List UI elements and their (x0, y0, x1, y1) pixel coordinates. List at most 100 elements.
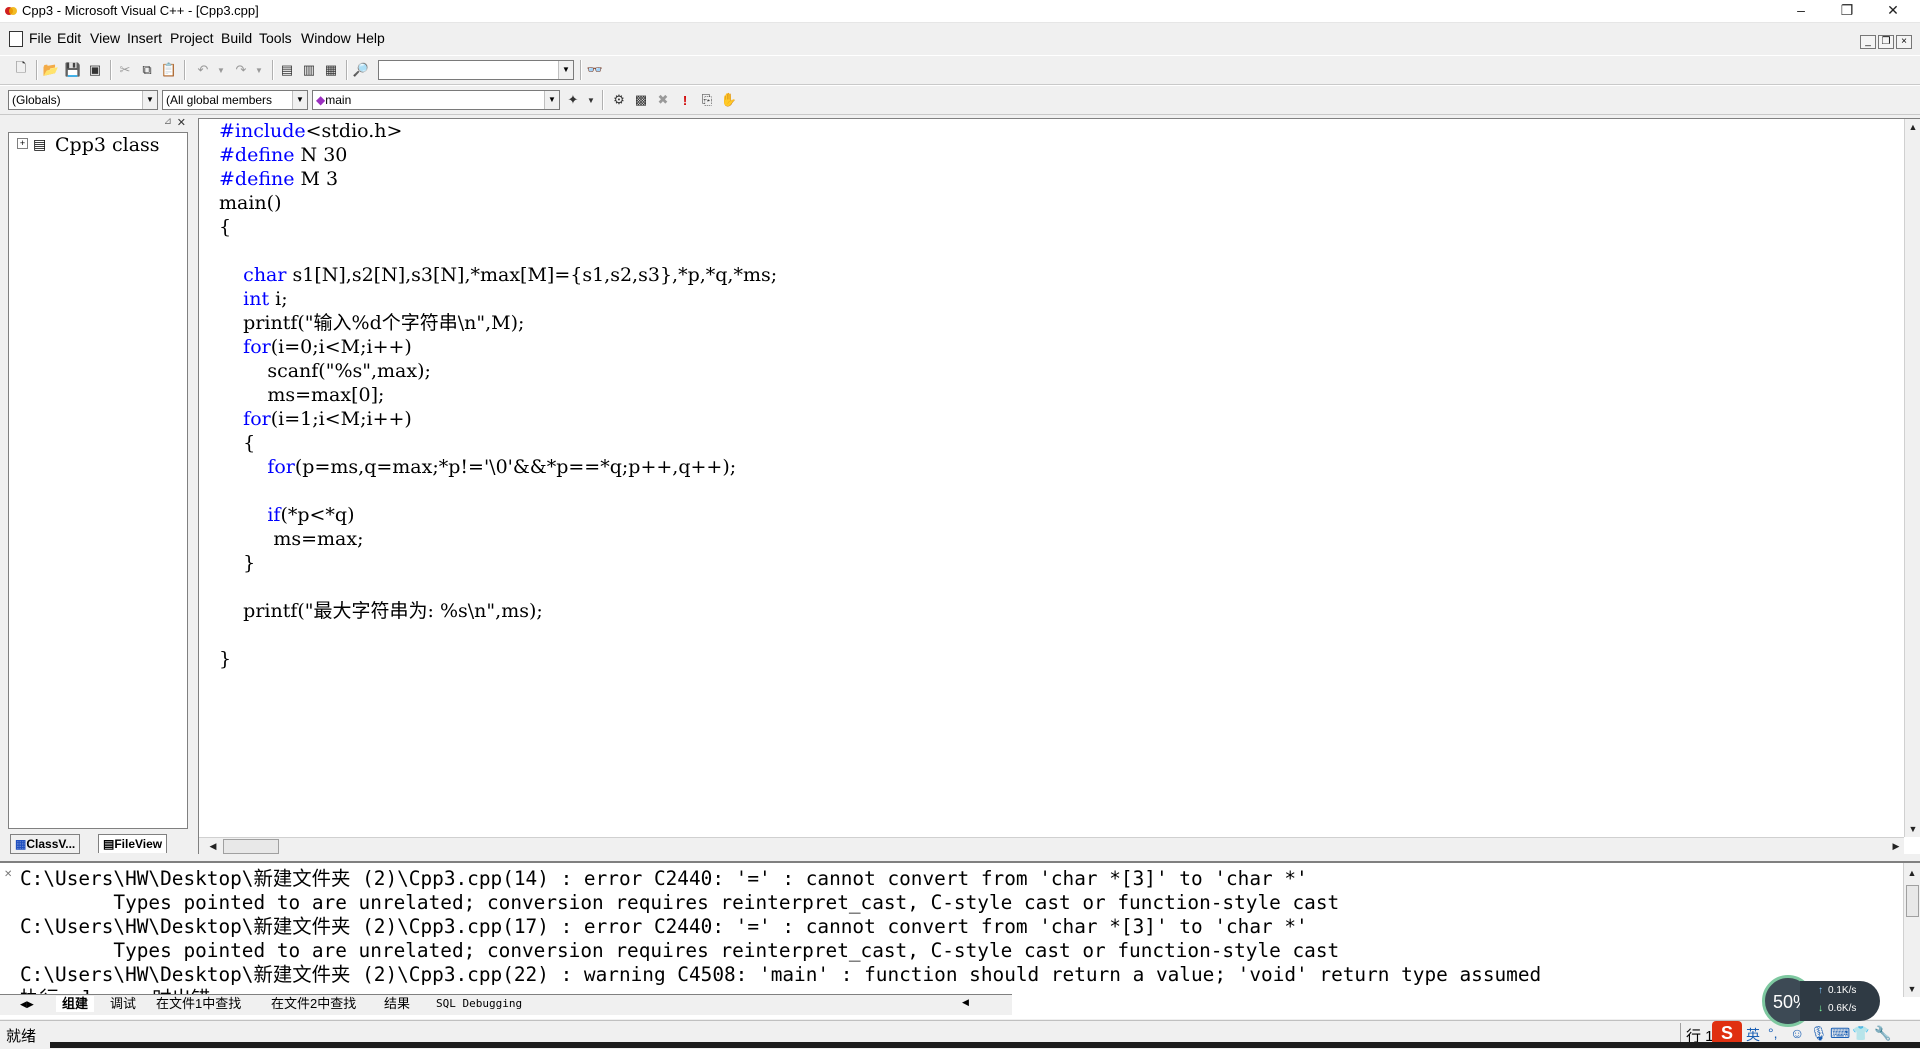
tab-scroll-left-icon[interactable]: ◀▶ (18, 996, 36, 1012)
emoji-icon[interactable]: ☺ (1790, 1025, 1804, 1041)
chevron-down-icon[interactable]: ▼ (142, 91, 157, 109)
menu-file[interactable]: File (29, 30, 52, 46)
undo-dropdown-icon[interactable]: ▼ (212, 61, 230, 79)
mdi-minimize-icon[interactable]: _ (1860, 35, 1876, 49)
editor-horizontal-scrollbar[interactable]: ◀ ▶ (199, 837, 1904, 854)
tab-results[interactable]: 结果 (378, 996, 416, 1012)
output-line[interactable]: C:\Users\HW\Desktop\新建文件夹 (2)\Cpp3.cpp(2… (20, 963, 1541, 987)
tab-sql-debugging[interactable]: SQL Debugging (430, 996, 528, 1012)
scroll-thumb[interactable] (223, 839, 279, 854)
minimize-button[interactable]: – (1778, 0, 1824, 22)
menu-help[interactable]: Help (356, 30, 385, 46)
maximize-button[interactable]: ❐ (1824, 0, 1870, 22)
globals-combo[interactable]: (Globals) ▼ (8, 90, 158, 110)
menu-project[interactable]: Project (170, 30, 214, 46)
tab-fileview[interactable]: ▤FileView (98, 834, 168, 853)
tab-classview[interactable]: ▦ClassV... (10, 834, 81, 854)
code-line[interactable]: printf("输入%d个字符串\n",M); (219, 311, 777, 335)
code-line[interactable]: { (219, 431, 777, 455)
class-tree[interactable]: + ▤ Cpp3 class (8, 132, 188, 829)
scroll-up-icon[interactable]: ▲ (1904, 865, 1920, 881)
save-all-icon[interactable]: ▣ (86, 61, 104, 79)
menu-window[interactable]: Window (301, 30, 351, 46)
wizard-dropdown-icon[interactable]: ▼ (582, 91, 600, 109)
skin-icon[interactable]: 👕 (1852, 1025, 1869, 1042)
pane-dock-icon[interactable]: ⊿ (164, 116, 172, 127)
scroll-right-icon[interactable]: ▶ (1888, 838, 1904, 854)
redo-icon[interactable]: ↷ (232, 61, 250, 79)
output-line[interactable]: C:\Users\HW\Desktop\新建文件夹 (2)\Cpp3.cpp(1… (20, 915, 1541, 939)
function-combo[interactable]: ◆main ▼ (312, 90, 560, 110)
pane-close-icon[interactable]: ✕ (177, 116, 186, 129)
cut-icon[interactable]: ✂ (116, 61, 134, 79)
output-close-icon[interactable]: ✕ (4, 869, 12, 880)
scroll-up-icon[interactable]: ▲ (1905, 119, 1920, 135)
wizard-action-icon[interactable]: ✦ (564, 91, 582, 109)
code-line[interactable]: ms=max; (219, 527, 777, 551)
code-line[interactable]: } (219, 647, 777, 671)
code-line[interactable] (219, 575, 777, 599)
code-line[interactable]: for(i=1;i<M;i++) (219, 407, 777, 431)
code-line[interactable] (219, 479, 777, 503)
tab-build[interactable]: 组建 (56, 996, 95, 1012)
code-line[interactable]: { (219, 215, 777, 239)
tab-debug[interactable]: 调试 (104, 996, 142, 1012)
tab-find1[interactable]: 在文件1中查找 (150, 996, 247, 1012)
code-line[interactable]: #define N 30 (219, 143, 777, 167)
chevron-down-icon[interactable]: ▼ (292, 91, 307, 109)
output-line[interactable]: Types pointed to are unrelated; conversi… (20, 939, 1541, 963)
microphone-icon[interactable]: 🎙 (1810, 1025, 1828, 1042)
code-line[interactable]: } (219, 551, 777, 575)
scroll-left-icon[interactable]: ◀ (962, 997, 969, 1008)
scroll-down-icon[interactable]: ▼ (1905, 821, 1920, 837)
new-file-icon[interactable]: 🗋 (12, 60, 30, 79)
output-line[interactable]: C:\Users\HW\Desktop\新建文件夹 (2)\Cpp3.cpp(1… (20, 867, 1541, 891)
compile-icon[interactable]: ⚙ (610, 91, 628, 109)
code-line[interactable] (219, 623, 777, 647)
document-icon[interactable] (9, 31, 23, 47)
tree-root-label[interactable]: Cpp3 class (55, 134, 160, 156)
scroll-left-icon[interactable]: ◀ (205, 838, 221, 854)
menu-tools[interactable]: Tools (259, 30, 292, 46)
menu-insert[interactable]: Insert (127, 30, 162, 46)
copy-icon[interactable]: ⧉ (138, 61, 156, 79)
tab-find2[interactable]: 在文件2中查找 (265, 996, 362, 1012)
redo-dropdown-icon[interactable]: ▼ (250, 61, 268, 79)
close-button[interactable]: ✕ (1870, 0, 1916, 22)
menu-edit[interactable]: Edit (57, 30, 81, 46)
code-line[interactable]: #define M 3 (219, 167, 777, 191)
open-folder-icon[interactable]: 📂 (42, 61, 60, 79)
toolbox-icon[interactable]: 🔧 (1874, 1025, 1891, 1042)
menu-build[interactable]: Build (221, 30, 252, 46)
find-combo[interactable]: ▼ (378, 60, 574, 80)
code-line[interactable] (219, 239, 777, 263)
expand-icon[interactable]: + (17, 138, 28, 149)
code-editor[interactable]: #include<stdio.h> #define N 30 #define M 3… (198, 118, 1920, 854)
build-output[interactable]: C:\Users\HW\Desktop\新建文件夹 (2)\Cpp3.cpp(1… (20, 867, 1541, 1011)
code-text[interactable]: #include<stdio.h> #define N 30 #define M 3… (219, 119, 777, 671)
output-window-icon[interactable]: ▥ (300, 61, 318, 79)
code-line[interactable]: for(i=0;i<M;i++) (219, 335, 777, 359)
code-line[interactable]: ms=max[0]; (219, 383, 777, 407)
execute-icon[interactable]: ! (676, 91, 694, 109)
scroll-thumb[interactable] (1906, 885, 1919, 917)
find-in-files-icon[interactable]: 🔎 (352, 61, 370, 79)
paste-icon[interactable]: 📋 (160, 61, 178, 79)
code-line[interactable]: char s1[N],s2[N],s3[N],*max[M]={s1,s2,s3… (219, 263, 777, 287)
code-line[interactable]: for(p=ms,q=max;*p!='\0'&&*p==*q;p++,q++)… (219, 455, 777, 479)
breakpoint-hand-icon[interactable]: ✋ (720, 91, 738, 109)
chevron-down-icon[interactable]: ▼ (558, 61, 573, 79)
code-line[interactable]: int i; (219, 287, 777, 311)
code-line[interactable]: if(*p<*q) (219, 503, 777, 527)
output-vertical-scrollbar[interactable]: ▲ ▼ (1903, 863, 1920, 997)
output-hscroll[interactable]: ◀ (960, 994, 1012, 1015)
code-line[interactable]: main() (219, 191, 777, 215)
workspace-icon[interactable]: ▤ (278, 61, 296, 79)
editor-vertical-scrollbar[interactable]: ▲ ▼ (1904, 119, 1920, 837)
punctuation-icon[interactable]: °, (1768, 1025, 1778, 1041)
network-speed-widget[interactable]: 50% ↑ 0.1K/s ↓ 0.6K/s (1762, 975, 1880, 1027)
mdi-close-icon[interactable]: × (1896, 35, 1912, 49)
save-icon[interactable]: 💾 (64, 61, 82, 79)
mdi-restore-icon[interactable]: ❐ (1878, 35, 1894, 49)
keyboard-icon[interactable]: ⌨ (1830, 1025, 1850, 1042)
